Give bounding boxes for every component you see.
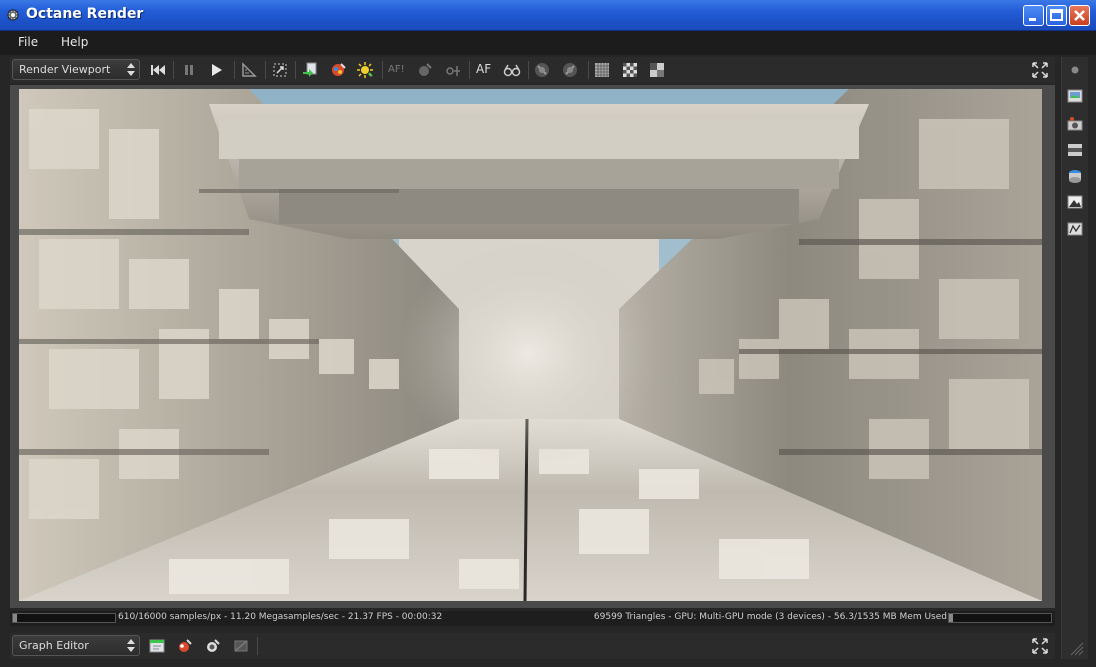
maximize-button[interactable] [1046, 5, 1067, 26]
fullscreen-icon[interactable] [1031, 61, 1049, 79]
right-tool-sidebar [1061, 57, 1088, 659]
menu-file[interactable]: File [18, 35, 38, 49]
editor-select[interactable]: Graph Editor [12, 635, 140, 656]
memory-progress-bar [948, 613, 1052, 623]
updown-arrows-icon [127, 639, 135, 652]
updown-arrows-icon [127, 63, 135, 76]
toolbar-separator [173, 61, 174, 79]
toolbar-separator [588, 61, 589, 79]
render-toolbar: Render Viewport AF! AF [10, 57, 1055, 83]
stereo-glasses-icon[interactable] [503, 61, 521, 79]
viewport-select[interactable]: Render Viewport [12, 59, 140, 80]
editor-select-value: Graph Editor [19, 639, 89, 652]
export-icon[interactable] [301, 61, 319, 79]
play-icon[interactable] [207, 61, 225, 79]
dot-indicator-icon [1071, 66, 1079, 74]
maximize-icon [1050, 9, 1063, 21]
focus-pick-icon[interactable] [444, 61, 462, 79]
octane-window: Octane Render File Help Render Viewport [0, 0, 1096, 667]
material-node-icon[interactable] [176, 637, 194, 655]
region-icon[interactable] [271, 61, 289, 79]
render-image [19, 89, 1042, 601]
toolbar-separator [234, 61, 235, 79]
material-pick-icon[interactable] [416, 61, 434, 79]
menu-bar: File Help [0, 31, 1096, 55]
render-stats-text: 610/16000 samples/px - 11.20 Megasamples… [118, 612, 443, 622]
render-status-bar: 610/16000 samples/px - 11.20 Megasamples… [10, 611, 1055, 626]
title-bar[interactable]: Octane Render [0, 0, 1096, 31]
disabled-node-icon[interactable] [232, 637, 250, 655]
viewport-select-value: Render Viewport [19, 63, 111, 76]
close-button[interactable] [1069, 5, 1090, 26]
grid-icon[interactable] [593, 61, 611, 79]
autofocus-button[interactable]: AF [476, 62, 491, 76]
toolbar-separator [295, 61, 296, 79]
toolbar-separator [528, 61, 529, 79]
toolbar-separator [265, 61, 266, 79]
toolbar-separator [257, 637, 258, 655]
graph-editor-toolbar: Graph Editor [10, 633, 1055, 659]
render-viewport[interactable] [19, 89, 1042, 601]
toolbar-separator [382, 61, 383, 79]
lock-alt-icon[interactable] [561, 61, 579, 79]
minimize-icon [1029, 18, 1036, 21]
new-node-icon[interactable] [148, 637, 166, 655]
half-icon[interactable] [648, 61, 666, 79]
scene-stats-text: 69599 Triangles - GPU: Multi-GPU mode (3… [593, 612, 947, 622]
close-icon [1074, 10, 1085, 21]
camera-icon[interactable] [1066, 115, 1084, 133]
octane-app-icon [6, 8, 20, 22]
render-progress-fill [13, 614, 17, 622]
skip-start-icon[interactable] [149, 61, 167, 79]
render-settings-icon[interactable] [1066, 87, 1084, 105]
pause-icon[interactable] [180, 61, 198, 79]
color-pick-icon[interactable] [329, 61, 347, 79]
imager-icon[interactable] [1066, 193, 1084, 211]
environment-icon[interactable] [1066, 167, 1084, 185]
lock-icon[interactable] [533, 61, 551, 79]
texture-node-icon[interactable] [204, 637, 222, 655]
menu-help[interactable]: Help [61, 35, 88, 49]
ruler-icon[interactable] [240, 61, 258, 79]
fullscreen-icon[interactable] [1031, 637, 1049, 655]
resize-grip-icon[interactable] [1070, 642, 1084, 656]
film-settings-icon[interactable] [1066, 141, 1084, 159]
memory-progress-fill [949, 614, 953, 622]
sun-icon[interactable] [356, 61, 374, 79]
af-pick-button[interactable]: AF! [388, 64, 405, 75]
window-title: Octane Render [26, 6, 144, 22]
minimize-button[interactable] [1023, 5, 1044, 26]
toolbar-separator [469, 61, 470, 79]
render-progress-bar [12, 613, 116, 623]
kernel-icon[interactable] [1066, 220, 1084, 238]
checker-icon[interactable] [621, 61, 639, 79]
